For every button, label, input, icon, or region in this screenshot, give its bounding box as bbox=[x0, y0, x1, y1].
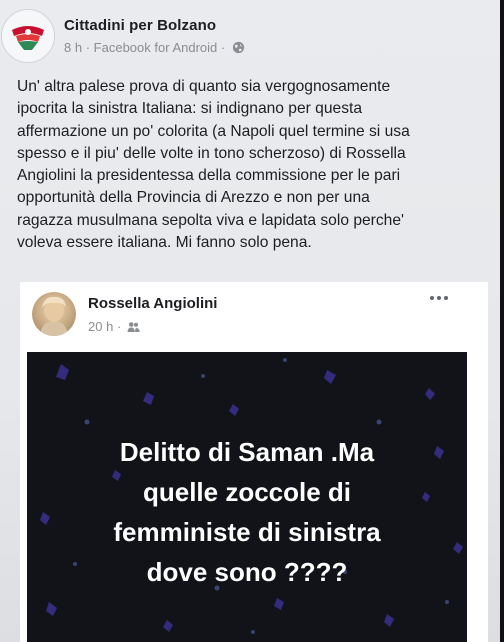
post-header: Cittadini per Bolzano 8 h · Facebook for… bbox=[0, 0, 500, 66]
shared-post-card[interactable]: Rossella Angiolini 20 h · Delitto di Sam… bbox=[20, 282, 488, 642]
page-avatar[interactable] bbox=[2, 10, 54, 62]
meta-separator: · bbox=[85, 40, 91, 55]
shared-post-meta: 20 h · bbox=[88, 319, 140, 334]
shared-post-time[interactable]: 20 h bbox=[88, 319, 113, 334]
shared-meta-separator: · bbox=[116, 319, 122, 334]
text-image-post[interactable]: Delitto di Saman .Ma quelle zoccole di f… bbox=[27, 352, 467, 642]
tyrol-eagle-logo-icon bbox=[2, 10, 54, 62]
more-dot bbox=[444, 296, 448, 300]
image-post-text: Delitto di Saman .Ma quelle zoccole di f… bbox=[113, 437, 381, 587]
post-time[interactable]: 8 h bbox=[64, 40, 82, 55]
person-photo-icon bbox=[40, 296, 68, 336]
post-source: Facebook for Android bbox=[93, 40, 218, 55]
post-body-text: Un' altra palese prova di quanto sia ver… bbox=[17, 78, 410, 252]
shared-author-name[interactable]: Rossella Angiolini bbox=[88, 295, 217, 312]
post-meta: 8 h · Facebook for Android · bbox=[64, 40, 245, 55]
more-dot bbox=[437, 296, 441, 300]
meta-separator-2: · bbox=[220, 40, 226, 55]
shared-author-avatar[interactable] bbox=[32, 292, 76, 336]
facebook-post-screenshot: Cittadini per Bolzano 8 h · Facebook for… bbox=[0, 0, 504, 642]
globe-icon bbox=[232, 41, 244, 54]
more-dots-icon bbox=[430, 296, 434, 300]
page-name[interactable]: Cittadini per Bolzano bbox=[64, 17, 216, 34]
friends-icon bbox=[127, 322, 140, 332]
more-options-button[interactable] bbox=[426, 290, 452, 306]
